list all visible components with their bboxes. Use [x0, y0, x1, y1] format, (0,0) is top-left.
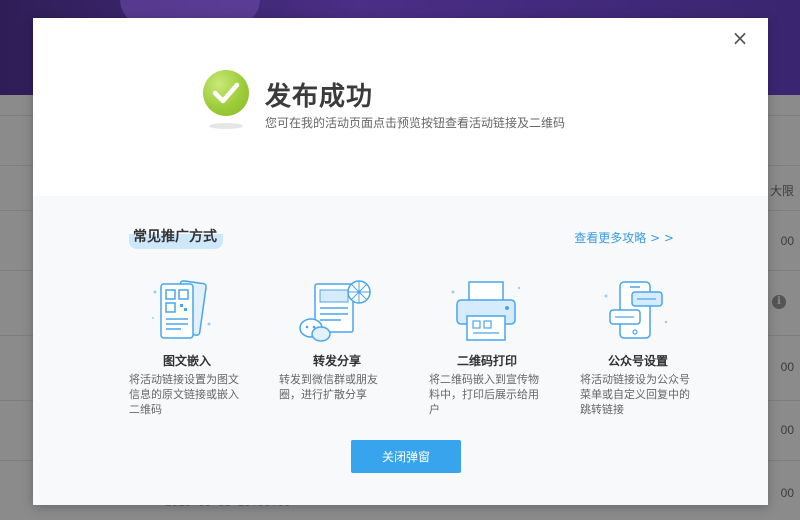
qr-document-icon — [127, 278, 247, 348]
promotion-section: 常见推广方式 查看更多攻略 > > 图文嵌入 将活动链接设置为图文信息的原文链接… — [33, 196, 768, 505]
promo-method-description: 将活动链接设为公众号菜单或自定义回复中的跳转链接 — [580, 373, 690, 416]
background-cell: 00 — [780, 423, 794, 437]
promo-method-description: 将二维码嵌入到宣传物料中，打印后展示给用户 — [429, 373, 539, 416]
promo-method-name: 二维码打印 — [456, 354, 517, 368]
promo-method-name: 公众号设置 — [607, 354, 668, 368]
background-cell: 00 — [780, 486, 794, 500]
background-column-header: 大限 — [769, 184, 794, 198]
promo-method-description: 将活动链接设置为图文信息的原文链接或嵌入二维码 — [129, 373, 239, 416]
more-tips-link[interactable]: 查看更多攻略 > > — [574, 229, 674, 246]
info-icon: i — [772, 295, 786, 309]
promo-method-description: 转发到微信群或朋友圈，进行扩散分享 — [279, 373, 378, 401]
background-cell: 00 — [780, 360, 794, 374]
success-description: 您可在我的活动页面点击预览按钮查看活动链接及二维码 — [265, 116, 566, 130]
publish-success-modal: × 发布成功 您可在我的活动页面点击预览按钮查看活动链接及二维码 常见推广方式 … — [33, 18, 768, 505]
phone-chat-icon — [578, 278, 698, 348]
promotion-section-title: 常见推广方式 — [129, 224, 223, 249]
promo-method-name: 转发分享 — [312, 354, 361, 368]
success-title: 发布成功 — [265, 82, 374, 112]
promo-method-official-account: 公众号设置 将活动链接设为公众号菜单或自定义回复中的跳转链接 — [578, 278, 698, 417]
share-chat-icon — [277, 278, 397, 348]
background-cell: 00 — [780, 234, 794, 248]
close-icon[interactable]: × — [730, 28, 750, 48]
promo-method-qr-print: 二维码打印 将二维码嵌入到宣传物料中，打印后展示给用户 — [427, 278, 547, 417]
promo-method-share: 转发分享 转发到微信群或朋友圈，进行扩散分享 — [277, 278, 397, 402]
close-modal-button[interactable]: 关闭弹窗 — [351, 440, 461, 473]
promo-method-article-embed: 图文嵌入 将活动链接设置为图文信息的原文链接或嵌入二维码 — [127, 278, 247, 417]
printer-icon — [427, 278, 547, 348]
promo-method-name: 图文嵌入 — [162, 354, 211, 368]
success-icon-shadow — [209, 123, 243, 129]
success-check-icon — [203, 70, 249, 116]
